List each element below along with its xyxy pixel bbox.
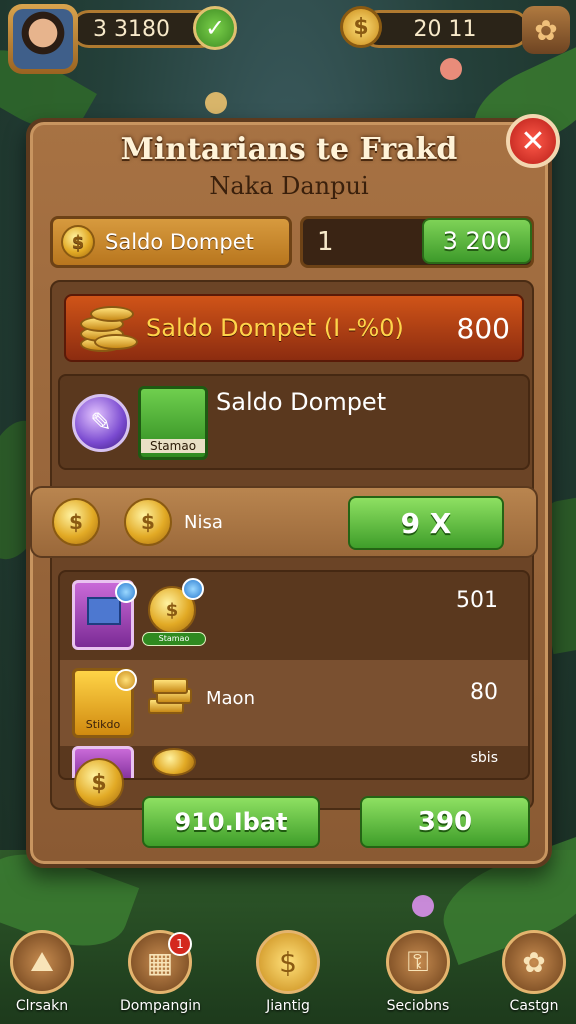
coin-icon: $ — [74, 758, 124, 808]
dialog-title: Mintarians te Frakd — [120, 132, 458, 167]
coin-badge-icon — [115, 669, 137, 691]
list-item-label: Maon — [206, 688, 255, 709]
flower-decoration — [412, 895, 434, 917]
nav-item-puzzle[interactable]: ✿ Castgn — [494, 930, 574, 1024]
map-icon: ⛰ — [10, 930, 74, 994]
notification-badge: 1 — [168, 932, 192, 956]
wallet-info-row[interactable]: ✎ Stamao Saldo Dompet — [58, 374, 530, 470]
wallet-balance-label: $ Saldo Dompet — [50, 216, 292, 268]
avatar-face — [13, 9, 73, 69]
nav-label: Castgn — [509, 998, 559, 1014]
coin-icon: $ — [52, 498, 100, 546]
left-action-button[interactable]: 910.Ibat — [142, 796, 320, 848]
highlight-value: 800 — [456, 311, 510, 345]
puzzle-settings-icon[interactable]: ✿ — [522, 6, 570, 54]
coin-counter-bar: 20 11 — [360, 10, 530, 48]
list-item-value: sbis — [470, 750, 498, 766]
wallet-content: Saldo Dompet (I -%0) 800 ✎ Stamao Saldo … — [30, 280, 538, 810]
wallet-highlight-row[interactable]: Saldo Dompet (I -%0) 800 — [64, 294, 524, 362]
check-icon[interactable]: ✓ — [193, 6, 237, 50]
puzzle-icon: ✿ — [502, 930, 566, 994]
wallet-info-text: Saldo Dompet — [216, 388, 387, 416]
gold-key-icon: ⚿ — [386, 930, 450, 994]
bottom-nav: ⛰ Clrsakn ▦ 1 Dompangin $ Jiantig ⚿ Seci… — [0, 930, 576, 1024]
coin-icon: $ — [256, 930, 320, 994]
nav-label: Seciobns — [386, 998, 450, 1014]
nav-label: Dompangin — [120, 998, 201, 1014]
flower-decoration — [205, 92, 227, 114]
gold-bars-icon — [148, 678, 194, 718]
list-item[interactable]: $ Stamao 501 — [60, 572, 528, 658]
chest-card — [72, 580, 137, 650]
nisa-row: $ $ Nisa 9 X — [30, 486, 538, 558]
gold-card: Stikdo — [72, 668, 137, 738]
badge-icon — [182, 578, 204, 600]
gold-bars-card-label: Stamao — [141, 439, 205, 453]
gold-bars-card: Stamao — [138, 386, 208, 460]
chest-icon — [87, 597, 121, 625]
nisa-label: Nisa — [184, 512, 223, 533]
right-action-button[interactable]: 390 — [360, 796, 530, 848]
nisa-multiplier-button[interactable]: 9 X — [348, 496, 504, 550]
coin-icon: $ — [61, 225, 95, 259]
nav-label: Jiantig — [266, 998, 310, 1014]
close-button[interactable]: ✕ — [506, 114, 560, 168]
coin-icon: $ — [124, 498, 172, 546]
player-avatar[interactable] — [8, 4, 78, 74]
item-pill: Stamao — [142, 632, 206, 646]
flower-decoration — [440, 58, 462, 80]
coin-stack-icon — [76, 304, 138, 358]
badge-icon — [115, 581, 137, 603]
reward-list: $ Stamao 501 Stikdo Maon 80 sbis — [58, 570, 530, 780]
nav-item-coin[interactable]: $ Jiantig — [248, 930, 328, 1024]
coin-icon: $ — [340, 6, 382, 48]
nav-item-chest[interactable]: ▦ 1 Dompangin — [120, 930, 201, 1024]
gold-card-label: Stikdo — [85, 718, 121, 731]
highlight-label: Saldo Dompet (I -%0) — [146, 314, 404, 342]
list-item[interactable]: Stikdo Maon 80 — [60, 660, 528, 746]
dialog-subtitle: Naka Danpui — [209, 172, 369, 200]
list-item-value: 501 — [456, 588, 498, 613]
nav-item-map[interactable]: ⛰ Clrsakn — [2, 930, 82, 1024]
player-balance: 3 3180 — [93, 16, 170, 42]
coin-count: 20 11 — [413, 16, 477, 42]
amount-confirm-button[interactable]: 3 200 — [422, 218, 532, 264]
amount-value: 1 — [317, 227, 334, 257]
wallet-dialog: Mintarians te Frakd Naka Danpui $ Saldo … — [26, 118, 552, 868]
list-item-value: 80 — [470, 680, 498, 705]
coin-icon — [152, 748, 196, 776]
nav-item-gold[interactable]: ⚿ Seciobns — [378, 930, 458, 1024]
list-item[interactable]: sbis — [60, 746, 528, 778]
nav-label: Clrsakn — [15, 998, 69, 1014]
balance-label: Saldo Dompet — [105, 230, 254, 254]
magic-orb-icon: ✎ — [72, 394, 130, 452]
